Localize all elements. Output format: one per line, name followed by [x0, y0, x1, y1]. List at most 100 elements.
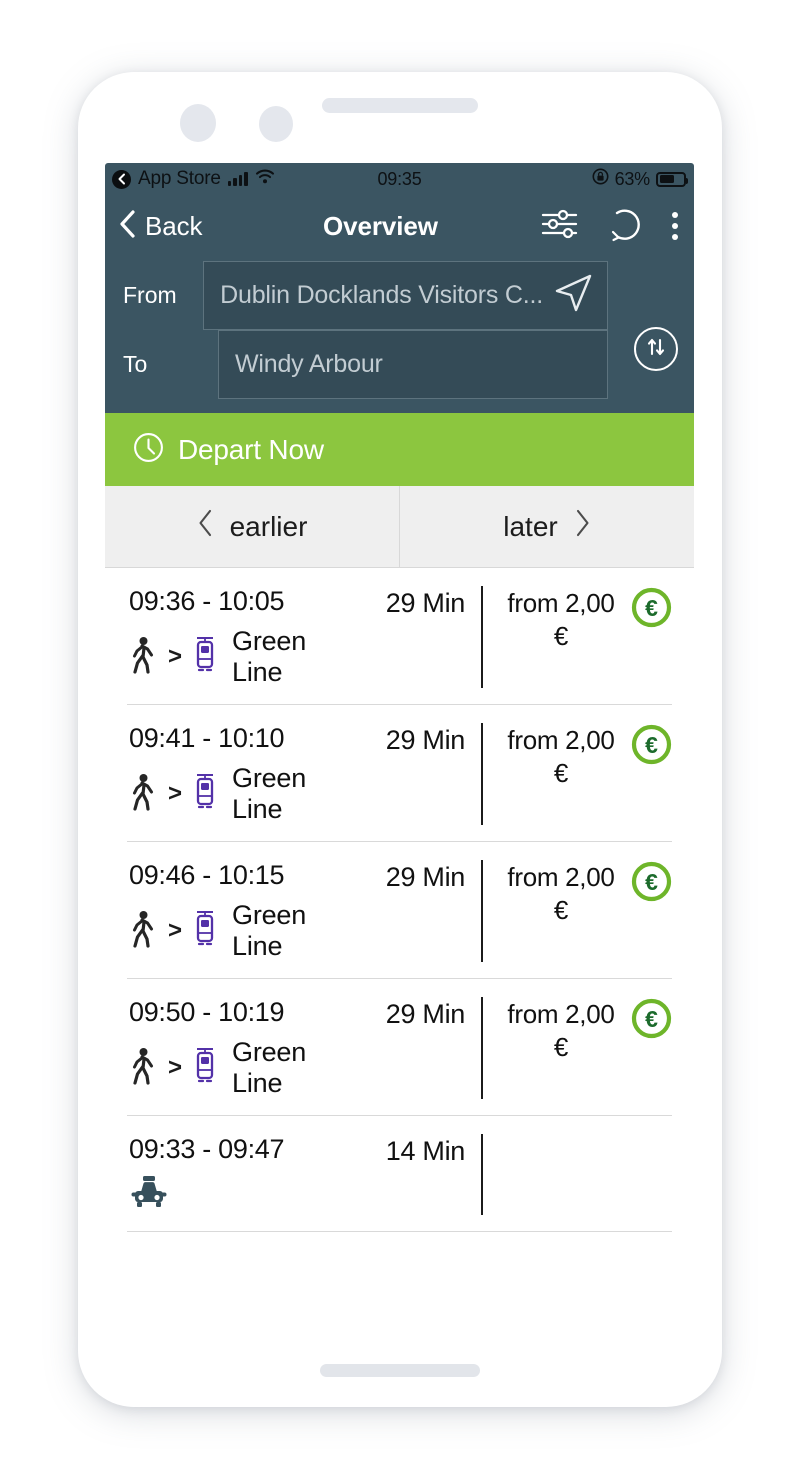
journey-time-range: 09:50 - 10:19: [129, 997, 285, 1027]
svg-text:€: €: [645, 1006, 658, 1032]
journey-modes: [129, 1174, 359, 1215]
camera-lens-icon: [180, 104, 216, 142]
fare-cell-empty: [500, 1134, 672, 1215]
overflow-menu-icon[interactable]: [672, 212, 678, 240]
mode-separator: >: [168, 780, 183, 807]
mode-separator: >: [168, 917, 183, 944]
euro-circle-icon[interactable]: €: [631, 587, 672, 633]
route-input-panel: From Dublin Docklands Visitors C... To W…: [105, 257, 694, 413]
mode-separator: >: [168, 643, 183, 670]
fare-amount: from 2,00 €: [507, 999, 615, 1062]
journey-modes: > Green Line: [129, 900, 359, 962]
row-divider: [481, 860, 483, 962]
svg-text:€: €: [645, 869, 658, 895]
swap-stations-button[interactable]: [634, 327, 678, 371]
walk-icon: [129, 636, 157, 679]
time-shift-bar: earlier later: [105, 486, 694, 568]
transit-line-name: Green Line: [232, 763, 307, 824]
status-bar: App Store 09:35 63%: [105, 163, 694, 195]
transit-line-name: Green Line: [232, 626, 307, 687]
refresh-circular-arrow-icon[interactable]: [608, 206, 642, 247]
to-label: To: [123, 351, 148, 377]
sliders-filter-icon[interactable]: [541, 209, 578, 244]
chevron-right-icon: [574, 509, 591, 544]
fare-cell[interactable]: from 2,00 € €: [500, 997, 672, 1099]
back-button[interactable]: Back: [119, 209, 203, 243]
status-bar-clock: 09:35: [377, 168, 422, 189]
euro-circle-icon[interactable]: €: [631, 998, 672, 1044]
journey-duration: 29 Min: [385, 588, 466, 618]
journey-duration: 29 Min: [385, 862, 466, 892]
clock-icon: [133, 432, 164, 468]
fare-cell[interactable]: from 2,00 € €: [500, 723, 672, 825]
app-nav-bar: Back Overview: [105, 195, 694, 257]
transit-line-name: Green Line: [232, 1037, 307, 1098]
depart-now-button[interactable]: Depart Now: [105, 413, 694, 486]
earpiece-speaker: [322, 98, 478, 113]
walk-icon: [129, 910, 157, 953]
walk-icon: [129, 1047, 157, 1090]
journey-result-row[interactable]: 09:36 - 10:05 > Green Line 29 Min from 2,00 …: [127, 568, 672, 705]
tram-icon: [193, 1046, 217, 1091]
mode-separator: >: [168, 1054, 183, 1081]
row-divider: [481, 1134, 483, 1215]
svg-text:€: €: [645, 732, 658, 758]
journey-result-row[interactable]: 09:50 - 10:19 > Green Line 29 Min from 2,00 …: [127, 979, 672, 1116]
home-indicator[interactable]: [320, 1364, 480, 1377]
journey-duration: 29 Min: [385, 999, 466, 1029]
journey-time-range: 09:33 - 09:47: [129, 1134, 285, 1164]
page-title: Overview: [323, 210, 438, 241]
journey-result-row[interactable]: 09:33 - 09:47 14 Min: [127, 1116, 672, 1232]
svg-text:€: €: [645, 595, 658, 621]
from-label: From: [123, 282, 177, 308]
journey-summary: 09:46 - 10:15 > Green Line: [127, 860, 359, 962]
journey-summary: 09:33 - 09:47: [127, 1134, 359, 1215]
from-input-value: Dublin Docklands Visitors C...: [220, 281, 543, 309]
app-screen: App Store 09:35 63% Back Overview From D…: [105, 163, 694, 1338]
row-divider: [481, 586, 483, 688]
journey-modes: > Green Line: [129, 626, 359, 688]
earlier-button[interactable]: earlier: [105, 486, 400, 567]
fare-amount: from 2,00 €: [507, 725, 615, 788]
row-divider: [481, 723, 483, 825]
journey-modes: > Green Line: [129, 763, 359, 825]
later-label: later: [503, 510, 558, 542]
camera-sensor-icon: [259, 106, 293, 142]
tram-icon: [193, 635, 217, 680]
fare-amount: from 2,00 €: [507, 588, 615, 651]
from-field-row: From Dublin Docklands Visitors C...: [105, 261, 694, 330]
taxi-icon: [129, 1174, 169, 1215]
journey-results-list: 09:36 - 10:05 > Green Line 29 Min from 2,00 …: [105, 568, 694, 1232]
back-button-label: Back: [145, 210, 203, 241]
battery-icon: [656, 171, 688, 187]
tram-icon: [193, 772, 217, 817]
fare-cell[interactable]: from 2,00 € €: [500, 586, 672, 688]
journey-modes: > Green Line: [129, 1037, 359, 1099]
transit-line-name: Green Line: [232, 900, 307, 961]
from-input[interactable]: Dublin Docklands Visitors C...: [203, 261, 608, 330]
journey-time-range: 09:41 - 10:10: [129, 723, 285, 753]
nav-actions: [541, 206, 678, 247]
to-input[interactable]: Windy Arbour: [218, 330, 608, 399]
journey-summary: 09:36 - 10:05 > Green Line: [127, 586, 359, 688]
chevron-left-icon: [119, 209, 136, 243]
earlier-label: earlier: [229, 510, 308, 542]
euro-circle-icon[interactable]: €: [631, 724, 672, 770]
journey-time-range: 09:36 - 10:05: [129, 586, 285, 616]
journey-result-row[interactable]: 09:41 - 10:10 > Green Line 29 Min from 2,00 …: [127, 705, 672, 842]
row-divider: [481, 997, 483, 1099]
journey-result-row[interactable]: 09:46 - 10:15 > Green Line 29 Min from 2,00 …: [127, 842, 672, 979]
journey-time-range: 09:46 - 10:15: [129, 860, 285, 890]
walk-icon: [129, 773, 157, 816]
journey-summary: 09:50 - 10:19 > Green Line: [127, 997, 359, 1099]
navigation-arrow-icon[interactable]: [543, 272, 595, 319]
to-input-value: Windy Arbour: [235, 350, 383, 378]
journey-duration: 29 Min: [385, 725, 466, 755]
later-button[interactable]: later: [400, 486, 694, 567]
swap-vertical-icon: [645, 336, 667, 363]
fare-cell[interactable]: from 2,00 € €: [500, 860, 672, 962]
euro-circle-icon[interactable]: €: [631, 861, 672, 907]
tram-icon: [193, 909, 217, 954]
journey-summary: 09:41 - 10:10 > Green Line: [127, 723, 359, 825]
to-field-row: To Windy Arbour: [105, 330, 694, 399]
